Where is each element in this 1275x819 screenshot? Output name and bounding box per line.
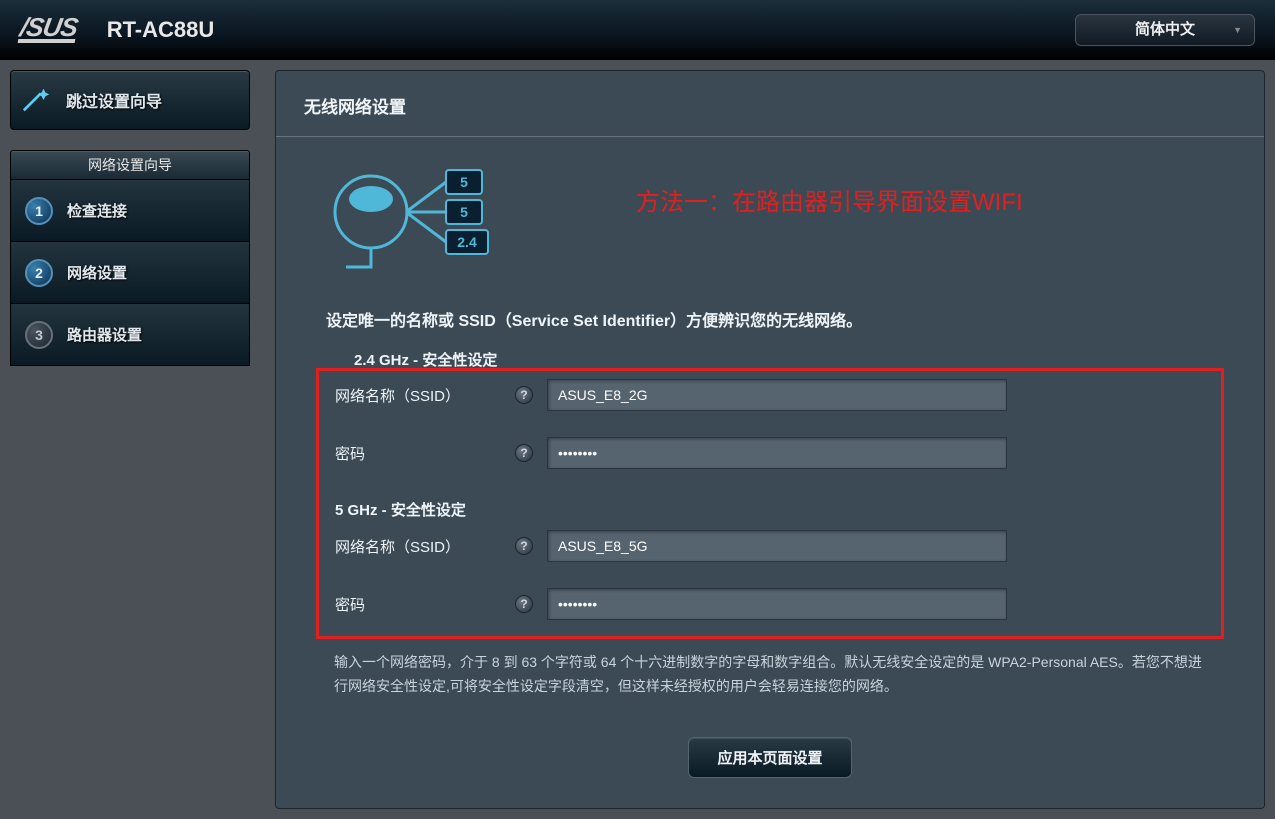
model-name: RT-AC88U	[107, 17, 215, 43]
instruction-text: 设定唯一的名称或 SSID（Service Set Identifier）方便辨…	[326, 307, 1214, 331]
wand-icon	[21, 85, 51, 115]
sidebar: 跳过设置向导 网络设置向导 1 检查连接 2 网络设置 3 路由器设置	[10, 70, 250, 809]
field-row-pwd-5: 密码 ?	[335, 588, 1205, 620]
step-number-icon: 1	[25, 197, 53, 225]
header-bar: /SUS RT-AC88U 简体中文	[0, 0, 1275, 60]
skip-wizard-button[interactable]: 跳过设置向导	[10, 70, 250, 130]
wizard-header: 网络设置向导	[10, 150, 250, 180]
main-panel: 无线网络设置 5 5 2.4	[275, 70, 1265, 809]
ssid-24-input[interactable]	[547, 379, 1007, 411]
help-icon[interactable]: ?	[515, 537, 533, 555]
ssid-24-label: 网络名称（SSID）	[335, 385, 515, 406]
wizard-step-check[interactable]: 1 检查连接	[10, 180, 250, 242]
language-select[interactable]: 简体中文	[1075, 14, 1255, 46]
wizard-step-router[interactable]: 3 路由器设置	[10, 304, 250, 366]
section-24ghz-label: 2.4 GHz - 安全性设定	[354, 349, 1214, 370]
page-title: 无线网络设置	[276, 71, 1264, 137]
brand-logo: /SUS	[18, 16, 80, 43]
help-icon[interactable]: ?	[515, 386, 533, 404]
field-row-ssid-5: 网络名称（SSID） ?	[335, 530, 1205, 562]
note-text: 输入一个网络密码，介于 8 到 63 个字符或 64 个十六进制数字的字母和数字…	[326, 651, 1214, 699]
apply-button[interactable]: 应用本页面设置	[688, 737, 851, 778]
wizard-step-label: 检查连接	[67, 200, 127, 221]
section-5ghz-label: 5 GHz - 安全性设定	[335, 499, 1205, 520]
pwd-5-label: 密码	[335, 594, 515, 615]
field-row-pwd-24: 密码 ?	[335, 437, 1205, 469]
svg-text:5: 5	[460, 174, 468, 190]
help-icon[interactable]: ?	[515, 595, 533, 613]
wizard-step-label: 路由器设置	[67, 324, 142, 345]
step-number-icon: 2	[25, 259, 53, 287]
pwd-24-input[interactable]	[547, 437, 1007, 469]
settings-highlight-box: 网络名称（SSID） ? 密码 ? 5 GHz - 安全性设定 网络名称（SSI…	[316, 368, 1224, 639]
help-icon[interactable]: ?	[515, 444, 533, 462]
field-row-ssid-24: 网络名称（SSID） ?	[335, 379, 1205, 411]
ssid-5-label: 网络名称（SSID）	[335, 536, 515, 557]
svg-text:2.4: 2.4	[457, 234, 477, 250]
language-label: 简体中文	[1135, 21, 1195, 38]
pwd-24-label: 密码	[335, 443, 515, 464]
step-number-icon: 3	[25, 321, 53, 349]
ssid-5-input[interactable]	[547, 530, 1007, 562]
svg-text:5: 5	[460, 204, 468, 220]
wireless-bands-graphic: 5 5 2.4	[326, 157, 526, 277]
wizard-step-network[interactable]: 2 网络设置	[10, 242, 250, 304]
skip-wizard-label: 跳过设置向导	[66, 88, 162, 112]
annotation-text: 方法一：在路由器引导界面设置WIFI	[636, 182, 1023, 217]
pwd-5-input[interactable]	[547, 588, 1007, 620]
wizard-step-label: 网络设置	[67, 262, 127, 283]
